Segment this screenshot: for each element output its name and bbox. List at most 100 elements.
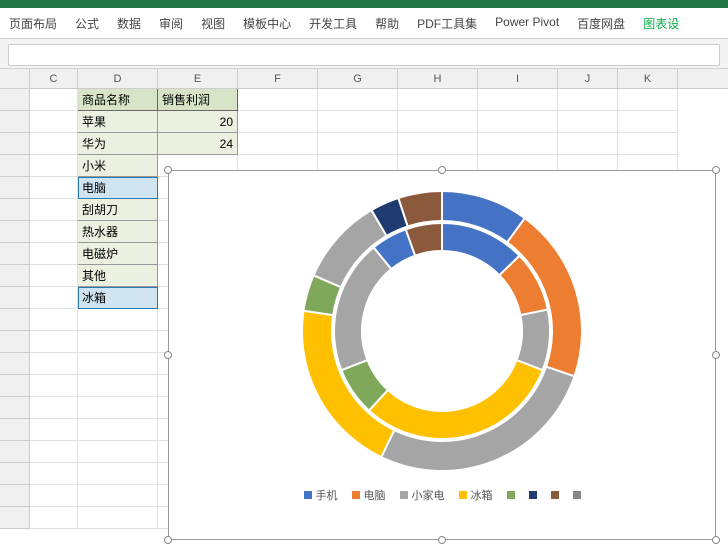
cell[interactable] [558, 133, 618, 155]
formula-bar[interactable] [8, 44, 720, 66]
row-header[interactable] [0, 287, 30, 309]
column-header[interactable]: H [398, 69, 478, 88]
cell[interactable] [238, 133, 318, 155]
cell[interactable] [618, 89, 678, 111]
cell[interactable] [78, 419, 158, 441]
row-header[interactable] [0, 199, 30, 221]
cell[interactable]: 刮胡刀 [78, 199, 158, 221]
cell[interactable] [30, 89, 78, 111]
row-header[interactable] [0, 243, 30, 265]
cell[interactable] [618, 133, 678, 155]
row-header[interactable] [0, 155, 30, 177]
column-header[interactable]: C [30, 69, 78, 88]
chart-object[interactable]: 手机电脑小家电冰箱 [168, 170, 716, 540]
cell[interactable] [238, 111, 318, 133]
cell[interactable] [398, 111, 478, 133]
cell[interactable] [318, 133, 398, 155]
column-header[interactable]: J [558, 69, 618, 88]
cell[interactable]: 20 [158, 111, 238, 133]
resize-handle-tl[interactable] [164, 166, 172, 174]
cell[interactable] [318, 89, 398, 111]
row-header[interactable] [0, 89, 30, 111]
column-header[interactable]: E [158, 69, 238, 88]
row-header[interactable] [0, 353, 30, 375]
cell[interactable]: 苹果 [78, 111, 158, 133]
ribbon-tab-chart-design[interactable]: 图表设 [634, 12, 688, 35]
cell[interactable] [30, 419, 78, 441]
cell[interactable] [238, 89, 318, 111]
doughnut-chart[interactable] [292, 181, 592, 481]
resize-handle-ml[interactable] [164, 351, 172, 359]
cell[interactable] [618, 111, 678, 133]
cell[interactable]: 电磁炉 [78, 243, 158, 265]
cell[interactable] [30, 221, 78, 243]
row-header[interactable] [0, 265, 30, 287]
ribbon-tab[interactable]: PDF工具集 [408, 12, 486, 35]
resize-handle-bm[interactable] [438, 536, 446, 544]
cell[interactable]: 冰箱 [78, 287, 158, 309]
cell[interactable]: 24 [158, 133, 238, 155]
resize-handle-bl[interactable] [164, 536, 172, 544]
cell[interactable] [78, 331, 158, 353]
row-header[interactable] [0, 331, 30, 353]
cell[interactable]: 其他 [78, 265, 158, 287]
row-header[interactable] [0, 507, 30, 529]
column-header[interactable]: K [618, 69, 678, 88]
cell[interactable] [30, 199, 78, 221]
ribbon-tab[interactable]: 数据 [108, 12, 150, 35]
cell[interactable] [78, 441, 158, 463]
ribbon-tab[interactable]: 公式 [66, 12, 108, 35]
cell[interactable] [30, 441, 78, 463]
row-header[interactable] [0, 221, 30, 243]
cell[interactable] [30, 309, 78, 331]
resize-handle-tm[interactable] [438, 166, 446, 174]
cell[interactable] [30, 243, 78, 265]
ribbon-tab[interactable]: Power Pivot [486, 12, 568, 35]
row-header[interactable] [0, 419, 30, 441]
cell[interactable] [30, 353, 78, 375]
resize-handle-mr[interactable] [712, 351, 720, 359]
ribbon-tab[interactable]: 百度网盘 [568, 12, 634, 35]
formula-input[interactable] [9, 45, 719, 65]
resize-handle-br[interactable] [712, 536, 720, 544]
row-header[interactable] [0, 485, 30, 507]
cell[interactable] [318, 111, 398, 133]
column-header[interactable]: G [318, 69, 398, 88]
cell[interactable] [30, 265, 78, 287]
resize-handle-tr[interactable] [712, 166, 720, 174]
cell[interactable] [478, 89, 558, 111]
cell[interactable]: 电脑 [78, 177, 158, 199]
row-header[interactable] [0, 397, 30, 419]
cell[interactable] [398, 89, 478, 111]
cell[interactable] [30, 375, 78, 397]
cell[interactable] [30, 111, 78, 133]
cell[interactable]: 商品名称 [78, 89, 158, 111]
ribbon-tab[interactable]: 页面布局 [0, 12, 66, 35]
cell[interactable] [558, 89, 618, 111]
cell[interactable] [78, 353, 158, 375]
ribbon-tab[interactable]: 模板中心 [234, 12, 300, 35]
row-header[interactable] [0, 309, 30, 331]
column-header[interactable]: F [238, 69, 318, 88]
cell[interactable] [78, 485, 158, 507]
ribbon-tab[interactable]: 帮助 [366, 12, 408, 35]
cell[interactable] [30, 507, 78, 529]
cell[interactable] [78, 507, 158, 529]
cell[interactable]: 热水器 [78, 221, 158, 243]
cell[interactable] [30, 485, 78, 507]
cell[interactable]: 华为 [78, 133, 158, 155]
ribbon-tab[interactable]: 审阅 [150, 12, 192, 35]
cell[interactable] [478, 111, 558, 133]
cell[interactable] [78, 397, 158, 419]
cell[interactable] [30, 177, 78, 199]
cell[interactable] [30, 287, 78, 309]
cell[interactable] [30, 331, 78, 353]
ribbon-tab[interactable]: 视图 [192, 12, 234, 35]
cell[interactable] [78, 375, 158, 397]
cell[interactable] [478, 133, 558, 155]
cell[interactable]: 小米 [78, 155, 158, 177]
cell[interactable] [78, 463, 158, 485]
row-header[interactable] [0, 375, 30, 397]
row-header[interactable] [0, 177, 30, 199]
row-header[interactable] [0, 111, 30, 133]
